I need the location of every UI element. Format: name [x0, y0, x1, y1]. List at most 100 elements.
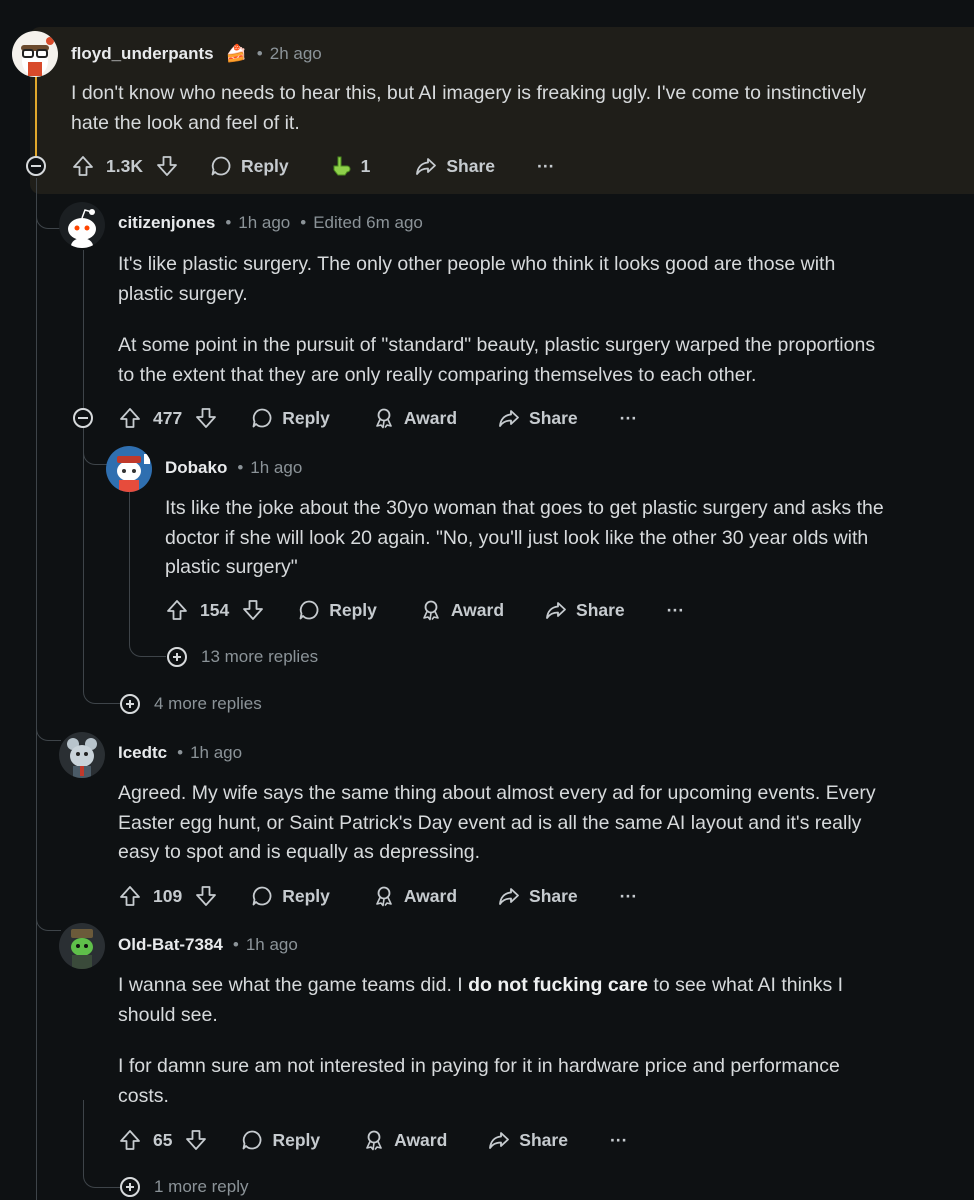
- comment-meta: citizenjones • 1h ago • Edited 6m ago: [118, 211, 423, 235]
- more-options-button[interactable]: ···: [537, 156, 554, 177]
- more-options-button[interactable]: ···: [620, 408, 637, 429]
- award-label: Award: [403, 885, 458, 906]
- upvote-button[interactable]: [71, 154, 95, 178]
- more-options-button[interactable]: ···: [610, 1130, 627, 1151]
- collapse-thread-button[interactable]: [73, 408, 93, 428]
- more-replies-link[interactable]: 4 more replies: [120, 692, 262, 716]
- upvote-button[interactable]: [165, 598, 189, 622]
- separator-dot: •: [256, 44, 263, 63]
- avatar[interactable]: [59, 923, 105, 969]
- username[interactable]: citizenjones: [118, 213, 215, 233]
- comment-actions: 65 Reply Award Share ···: [118, 1125, 627, 1155]
- award-icon: [376, 886, 392, 907]
- timestamp[interactable]: 1h ago: [250, 458, 302, 478]
- comment-body: I wanna see what the game teams did. I d…: [118, 971, 843, 1111]
- reply-button[interactable]: Reply: [209, 154, 289, 178]
- award-label: Award: [403, 407, 458, 428]
- comment-paragraph: At some point in the pursuit of "standar…: [118, 331, 875, 390]
- reply-icon: [299, 600, 319, 620]
- more-replies-link[interactable]: 13 more replies: [167, 645, 318, 669]
- username[interactable]: Old-Bat-7384: [118, 935, 223, 955]
- comment-paragraph: I for damn sure am not interested in pay…: [118, 1052, 843, 1111]
- upvote-button[interactable]: [118, 1128, 142, 1152]
- timestamp[interactable]: 2h ago: [270, 44, 322, 64]
- share-button[interactable]: Share: [544, 598, 625, 622]
- more-replies-label: 4 more replies: [154, 694, 262, 713]
- share-button[interactable]: Share: [414, 154, 495, 178]
- avatar[interactable]: [106, 446, 152, 492]
- comment-line: hate the look and feel of it.: [71, 111, 300, 134]
- more-options-button[interactable]: ···: [667, 600, 684, 621]
- upvote-icon: [73, 156, 93, 176]
- share-button[interactable]: Share: [497, 884, 578, 908]
- reply-label: Reply: [282, 885, 330, 906]
- expand-plus-icon: [167, 647, 187, 667]
- reply-button[interactable]: Reply: [240, 1128, 320, 1152]
- downvote-button[interactable]: [241, 598, 265, 622]
- award-button[interactable]: Award: [362, 1128, 447, 1152]
- downvote-icon: [196, 886, 217, 906]
- comment-text: I wanna see what the game teams did. I: [118, 974, 469, 996]
- share-icon: [546, 602, 566, 619]
- reply-icon: [252, 886, 272, 906]
- collapse-thread-button[interactable]: [26, 156, 46, 176]
- share-button[interactable]: Share: [487, 1128, 568, 1152]
- separator-dot: •: [177, 743, 184, 762]
- cake-flair-icon: 🍰: [225, 44, 247, 63]
- comment-body: I don't know who needs to hear this, but…: [71, 79, 866, 138]
- username[interactable]: Icedtc: [118, 743, 167, 763]
- award-icon: [423, 600, 439, 621]
- timestamp[interactable]: 1h ago: [246, 935, 298, 955]
- separator-dot: •: [225, 213, 232, 232]
- username[interactable]: floyd_underpants: [71, 44, 214, 64]
- more-options-button[interactable]: ···: [620, 886, 637, 907]
- comment-paragraph: I wanna see what the game teams did. I d…: [118, 971, 843, 1030]
- more-replies-link[interactable]: 1 more reply: [120, 1175, 248, 1199]
- downvote-button[interactable]: [194, 406, 218, 430]
- reply-label: Reply: [272, 1129, 321, 1150]
- award-button[interactable]: Award: [372, 884, 457, 908]
- share-icon: [416, 158, 437, 175]
- thread-line-highlight: [35, 75, 37, 157]
- downvote-icon: [196, 408, 217, 428]
- thread-connector: [83, 1100, 120, 1188]
- comment-meta: floyd_underpants 🍰 • 2h ago: [71, 42, 322, 66]
- comment-line: easy to spot and is equally as depressin…: [118, 841, 481, 863]
- award-button[interactable]: Award: [372, 406, 457, 430]
- comment-line: to the extent that they are only really …: [118, 363, 757, 386]
- downvote-button[interactable]: [184, 1128, 208, 1152]
- avatar[interactable]: [12, 31, 58, 77]
- separator-dot: •: [300, 213, 307, 232]
- vote-count: 477: [153, 407, 183, 428]
- downvote-icon: [157, 156, 177, 176]
- username[interactable]: Dobako: [165, 458, 227, 478]
- downvote-button[interactable]: [194, 884, 218, 908]
- comment-line: plastic surgery.: [118, 282, 248, 305]
- avatar[interactable]: [59, 202, 105, 248]
- share-button[interactable]: Share: [497, 406, 578, 430]
- vote-count: 65: [153, 1129, 173, 1150]
- share-icon: [499, 888, 519, 905]
- award-button[interactable]: Award: [419, 598, 504, 622]
- avatar[interactable]: [59, 732, 105, 778]
- share-label: Share: [529, 407, 578, 428]
- thread-line-root: [36, 178, 37, 1200]
- reply-label: Reply: [282, 407, 330, 428]
- reply-button[interactable]: Reply: [297, 598, 377, 622]
- reply-button[interactable]: Reply: [250, 884, 330, 908]
- downvote-button[interactable]: [155, 154, 179, 178]
- upvote-button[interactable]: [118, 406, 142, 430]
- comment-line: It's like plastic surgery. The only othe…: [118, 253, 836, 275]
- expand-plus-icon: [120, 1177, 140, 1197]
- timestamp[interactable]: 1h ago: [190, 743, 242, 763]
- reply-button[interactable]: Reply: [250, 406, 330, 430]
- comment-line: At some point in the pursuit of "standar…: [118, 334, 876, 356]
- upvote-icon: [167, 600, 187, 620]
- more-replies-label: 1 more reply: [154, 1177, 249, 1196]
- comment-bold-text: do not fucking care: [468, 974, 648, 996]
- reply-icon: [243, 1130, 262, 1150]
- upvote-button[interactable]: [118, 884, 142, 908]
- timestamp[interactable]: 1h ago: [238, 213, 290, 233]
- award-button[interactable]: 1: [329, 154, 370, 178]
- reply-icon: [252, 408, 272, 428]
